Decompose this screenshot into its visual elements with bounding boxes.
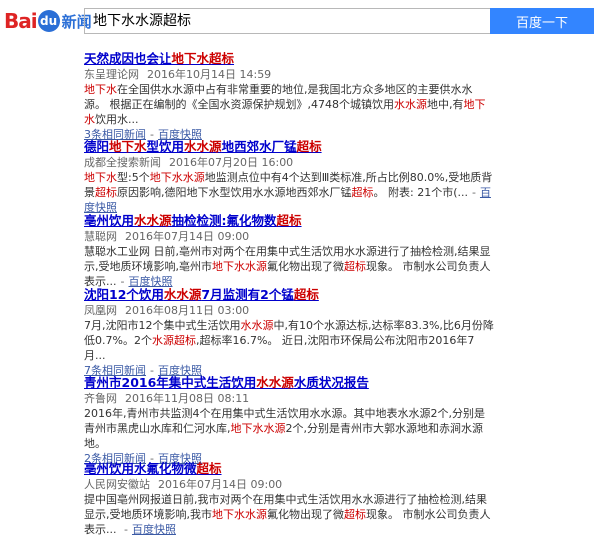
text-run: 亳州饮用水氟化物微: [84, 461, 197, 476]
highlighted-keyword: 超标: [276, 213, 302, 228]
paw-icon: du: [37, 10, 60, 32]
result-title-link[interactable]: 沈阳12个饮用水水源7月监测有2个锰超标: [84, 286, 494, 303]
result-source: 凤凰网: [84, 304, 117, 317]
result-title-link[interactable]: 德阳地下水型饮用水水源地西郊水厂锰超标: [84, 138, 494, 155]
result-title-link[interactable]: 亳州饮用水氟化物微超标: [84, 460, 494, 477]
text-run: 氟化物出现了微: [267, 260, 344, 273]
text-run: 型:5个: [117, 171, 150, 184]
highlighted-keyword: 地下水水源: [212, 508, 267, 521]
result-summary: 提中国亳州网报道日前,我市对两个在用集中式生活饮用水水源进行了抽检检测,结果显示…: [84, 493, 491, 536]
result-date: 2016年10月14日 14:59: [147, 68, 272, 81]
highlighted-keyword: 地下水水源: [230, 422, 286, 435]
text-run: 。 附表: 21个市(...: [373, 186, 468, 199]
text-run: 地西郊水厂锰: [221, 139, 297, 154]
highlighted-keyword: 超标: [344, 508, 366, 521]
result-meta: 人民网安徽站 2016年07月14日 09:00: [84, 477, 494, 492]
highlighted-keyword: 水水源: [163, 287, 202, 302]
result-date: 2016年07月14日 09:00: [125, 230, 250, 243]
text-run: 亳州饮用: [84, 213, 135, 228]
highlighted-keyword: 水水源: [256, 375, 294, 390]
text-run: 饮用水...: [95, 113, 139, 126]
text-run: 天然成因也会让: [84, 51, 172, 66]
result-summary: 地下水在全国供水水源中占有非常重要的地位,是我国北方众多地区的主要供水水源。 根…: [84, 82, 494, 127]
text-run: 氟化物出现了微: [267, 508, 344, 521]
result-date: 2016年07月14日 09:00: [158, 478, 283, 491]
result-item: 亳州饮用水氟化物微超标 人民网安徽站 2016年07月14日 09:00 提中国亳…: [84, 460, 494, 537]
highlighted-keyword: 超标: [351, 186, 374, 199]
logo-bai-text: Bai: [4, 9, 38, 33]
text-run: 型饮用: [146, 139, 185, 154]
search-button[interactable]: 百度一下: [490, 8, 594, 34]
result-date: 2016年07月20日 16:00: [169, 156, 294, 169]
highlighted-keyword: 地下水: [109, 139, 147, 154]
result-date: 2016年11月08日 08:11: [125, 392, 250, 405]
result-item: 沈阳12个饮用水水源7月监测有2个锰超标 凤凰网 2016年08月11日 03:0…: [84, 286, 494, 378]
result-meta: 慧聪网 2016年07月14日 09:00: [84, 229, 494, 244]
result-item: 德阳地下水型饮用水水源地西郊水厂锰超标 成都全搜索新闻 2016年07月20日 1…: [84, 138, 494, 215]
text-run: 抽检检测:氟化物数: [171, 213, 277, 228]
highlighted-keyword: 超标: [296, 139, 322, 154]
result-title-link[interactable]: 天然成因也会让地下水超标: [84, 50, 494, 67]
highlighted-keyword: 水源: [151, 334, 174, 347]
highlighted-keyword: 超标: [95, 186, 117, 199]
result-summary: 2016年,青州市共监测4个在用集中式生活饮用水水源。其中地表水水源2个,分别是…: [84, 406, 494, 451]
highlighted-keyword: 地下水水源: [149, 171, 205, 184]
result-title-link[interactable]: 青州市2016年集中式生活饮用水水源水质状况报告: [84, 374, 494, 391]
result-meta: 凤凰网 2016年08月11日 03:00: [84, 303, 494, 318]
highlighted-keyword: 地下水: [84, 83, 117, 96]
text-run: 7月监测有2个锰: [201, 287, 294, 302]
highlighted-keyword: 地下水水源: [212, 260, 267, 273]
result-summary: 地下水型:5个地下水水源地监测点位中有4个达到Ⅲ类标准,所占比例80.0%,受地…: [84, 171, 493, 214]
baidu-news-logo[interactable]: Bai du 新闻: [4, 8, 92, 34]
highlighted-keyword: 水水源: [134, 213, 172, 228]
result-summary: 7月,沈阳市12个集中式生活饮用水水源中,有10个水源达标,达标率83.3%,比…: [84, 318, 494, 363]
result-source: 人民网安徽站: [84, 478, 150, 491]
highlighted-keyword: 水水源: [394, 98, 427, 111]
highlighted-keyword: 水水源: [240, 319, 274, 332]
highlighted-keyword: 地下水超标: [171, 51, 235, 66]
text-run: 德阳: [84, 139, 110, 154]
header: Bai du 新闻 地下水水源超标 百度一下: [0, 0, 600, 44]
result-date: 2016年08月11日 03:00: [125, 304, 250, 317]
text-run: 原因影响,德阳地下水型饮用水水源地西郊水厂锰: [117, 186, 352, 199]
result-source: 慧聪网: [84, 230, 117, 243]
highlighted-keyword: 超标: [196, 461, 222, 476]
result-summary: 慧聪水工业网 日前,亳州市对两个在用集中式生活饮用水水源进行了抽检检测,结果显示…: [84, 245, 491, 288]
text-run: 7月,沈阳市12个集中式生活饮用: [84, 319, 241, 332]
text-run: 沈阳12个饮用: [84, 287, 164, 302]
highlighted-keyword: 水水源: [184, 139, 222, 154]
text-run: 青州市2016年集中式生活饮用: [84, 375, 257, 390]
result-source: 东呈理论网: [84, 68, 139, 81]
highlighted-keyword: 地下水: [84, 171, 117, 184]
result-item: 青州市2016年集中式生活饮用水水源水质状况报告 齐鲁网 2016年11月08日 …: [84, 374, 494, 466]
result-item: 天然成因也会让地下水超标 东呈理论网 2016年10月14日 14:59 地下水在…: [84, 50, 494, 142]
text-run: 地中,有: [427, 98, 464, 111]
result-source: 成都全搜索新闻: [84, 156, 161, 169]
text-run: 水质状况报告: [293, 375, 369, 390]
result-item: 亳州饮用水水源抽检检测:氟化物数超标 慧聪网 2016年07月14日 09:00 …: [84, 212, 494, 289]
highlighted-keyword: 超标: [293, 287, 319, 302]
highlighted-keyword: 超标: [173, 334, 196, 347]
result-meta: 齐鲁网 2016年11月08日 08:11: [84, 391, 494, 406]
cache-link[interactable]: 百度快照: [132, 523, 176, 536]
result-meta: 成都全搜索新闻 2016年07月20日 16:00: [84, 155, 494, 170]
highlighted-keyword: 超标: [344, 260, 366, 273]
result-meta: 东呈理论网 2016年10月14日 14:59: [84, 67, 494, 82]
search-input[interactable]: 地下水水源超标: [84, 8, 490, 34]
result-source: 齐鲁网: [84, 392, 117, 405]
result-title-link[interactable]: 亳州饮用水水源抽检检测:氟化物数超标: [84, 212, 494, 229]
